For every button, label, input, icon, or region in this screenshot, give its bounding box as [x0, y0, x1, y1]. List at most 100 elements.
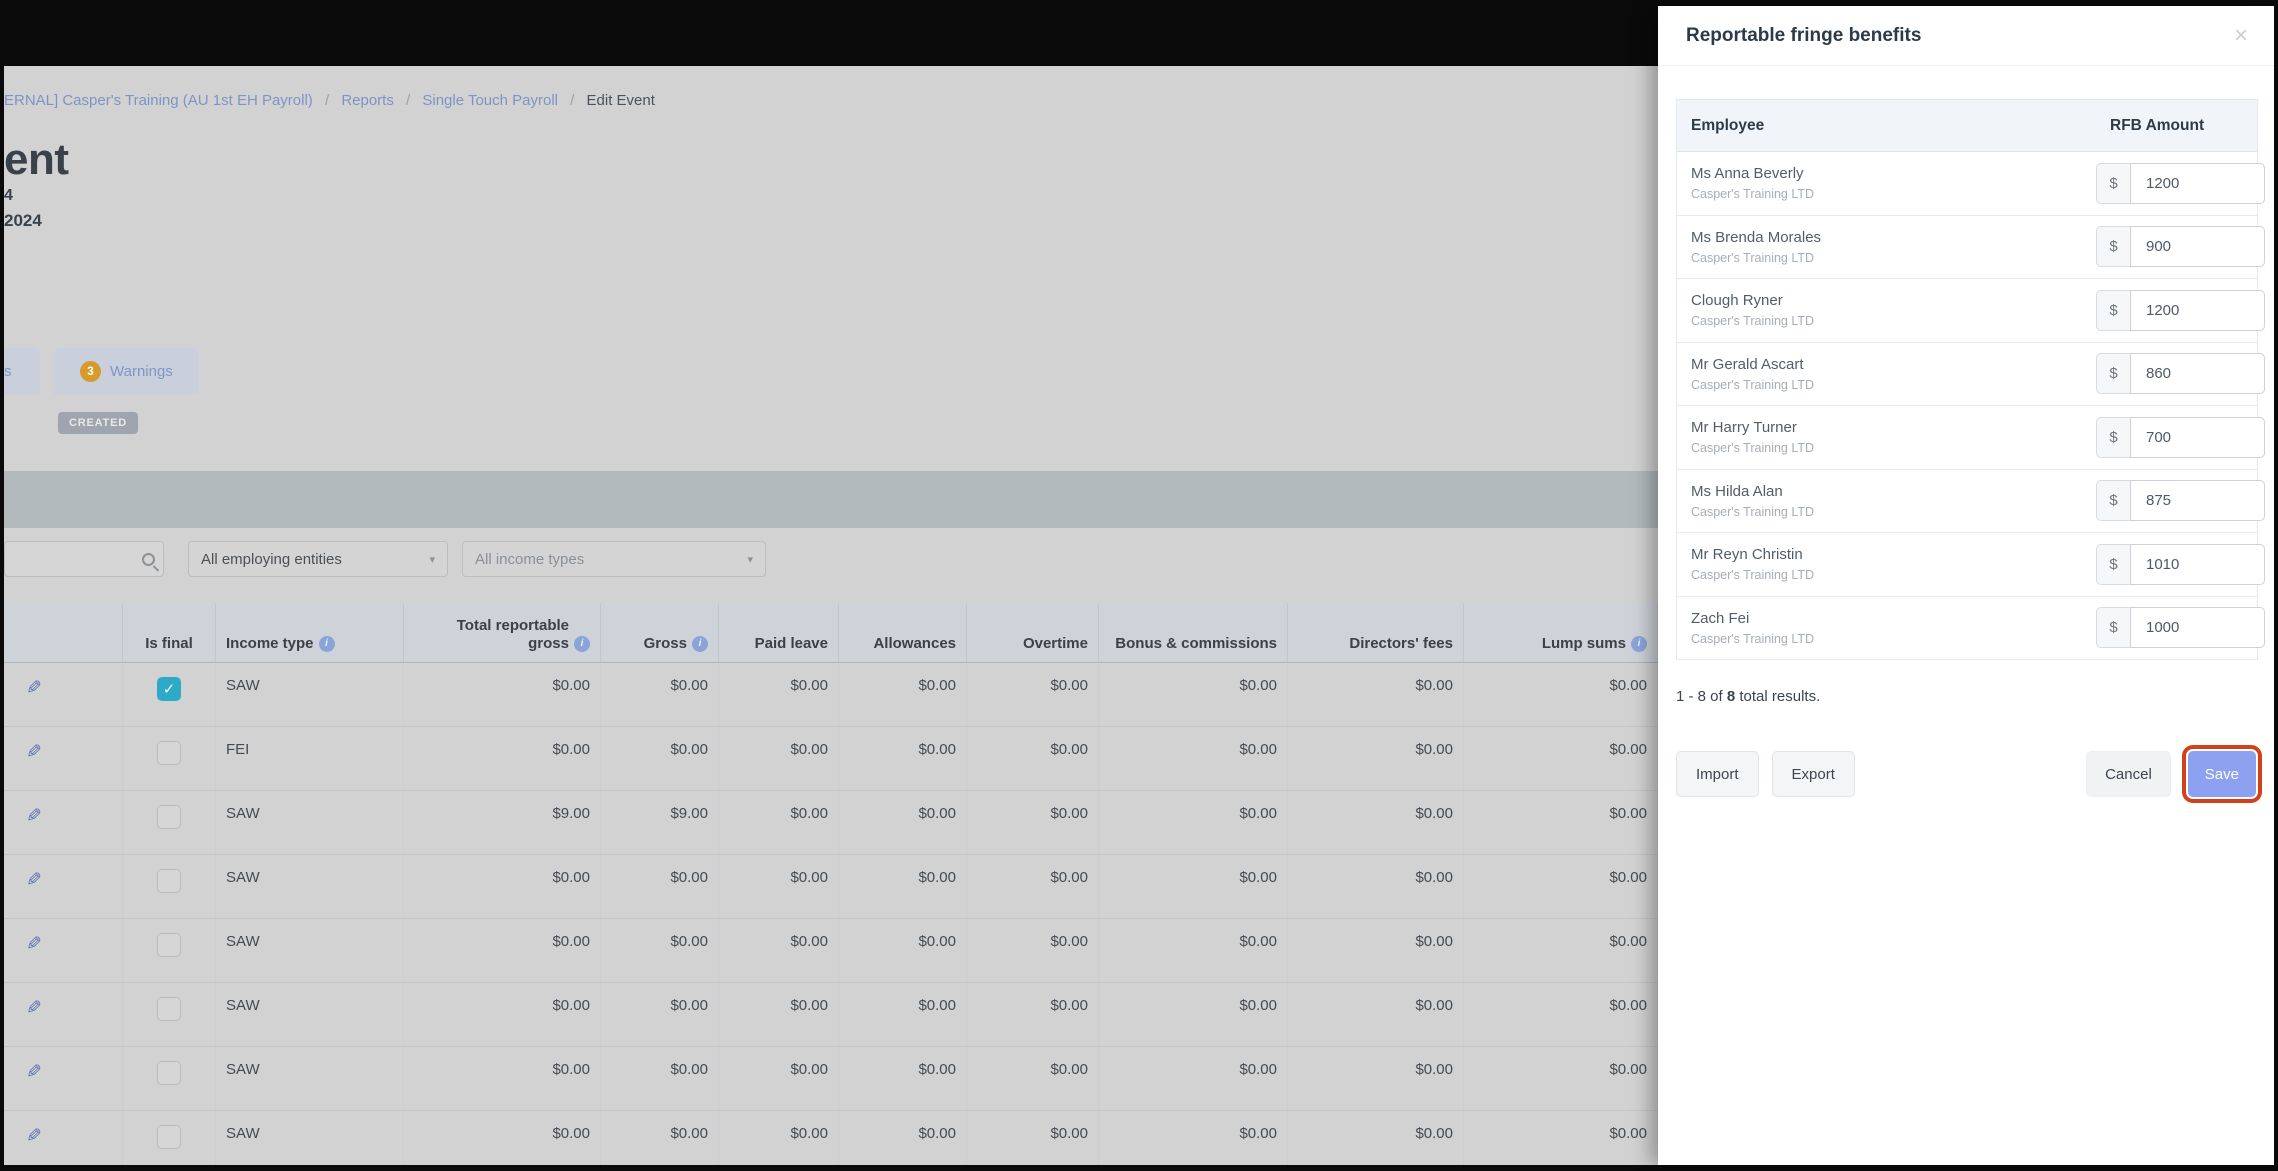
is-final-checkbox[interactable]	[157, 741, 181, 765]
edit-cell: ✎	[4, 983, 123, 1046]
info-icon[interactable]: i	[692, 636, 708, 652]
employee-company: Casper's Training LTD	[1691, 377, 1815, 392]
amount-cell: $0.00	[601, 919, 719, 982]
cancel-button[interactable]: Cancel	[2086, 751, 2171, 797]
rfb-amount-group: $	[2096, 226, 2265, 268]
edit-pencil-icon[interactable]: ✎	[26, 805, 42, 828]
amount-value: $0.00	[1050, 997, 1088, 1014]
employing-entities-dropdown[interactable]: All employing entities ▾	[188, 541, 448, 577]
filter-row: All employing entities ▾ All income type…	[4, 541, 766, 577]
employee-name: Mr Reyn Christin	[1691, 546, 1803, 564]
amount-cell: $0.00	[1288, 727, 1464, 790]
save-button[interactable]: Save	[2181, 745, 2263, 803]
amount-value: $0.00	[1415, 1061, 1453, 1078]
rfb-amount-input[interactable]	[2130, 226, 2265, 268]
panel-actions: Import Export Cancel Save	[1676, 745, 2263, 803]
employee-company: Casper's Training LTD	[1691, 250, 1815, 265]
search-input[interactable]	[4, 541, 164, 577]
rfb-amount-cell: $	[2096, 353, 2267, 395]
info-icon[interactable]: i	[574, 636, 590, 652]
amount-value: $0.00	[790, 869, 828, 886]
col-header-bonus-commissions: Bonus & commissions	[1099, 603, 1288, 662]
amount-cell: $0.00	[839, 663, 967, 726]
amount-cell: $0.00	[719, 919, 839, 982]
amount-value: $0.00	[918, 997, 956, 1014]
amount-value: $0.00	[1239, 997, 1277, 1014]
import-button[interactable]: Import	[1676, 751, 1759, 797]
col-header-directors-fees: Directors' fees	[1288, 603, 1464, 662]
rfb-amount-input[interactable]	[2130, 289, 2265, 331]
amount-cell: $0.00	[1288, 791, 1464, 854]
edit-pencil-icon[interactable]: ✎	[26, 869, 42, 892]
income-types-dropdown[interactable]: All income types ▾	[462, 541, 766, 577]
amount-cell: $0.00	[1099, 1047, 1288, 1110]
rfb-amount-input[interactable]	[2130, 543, 2265, 585]
amount-cell: $0.00	[601, 1047, 719, 1110]
amount-value: $0.00	[918, 933, 956, 950]
amount-value: $9.00	[670, 805, 708, 822]
edit-pencil-icon[interactable]: ✎	[26, 741, 42, 764]
rfb-amount-input[interactable]	[2130, 162, 2265, 204]
amount-value: $0.00	[552, 997, 590, 1014]
is-final-checkbox[interactable]	[157, 869, 181, 893]
employee-cell: Zach Fei Casper's Training LTD	[1677, 610, 2096, 646]
tab-partial[interactable]: s	[4, 348, 40, 394]
amount-value: $0.00	[1609, 869, 1647, 886]
is-final-checkbox[interactable]	[157, 933, 181, 957]
rfb-amount-input[interactable]	[2130, 416, 2265, 458]
rfb-amount-input[interactable]	[2130, 480, 2265, 522]
edit-pencil-icon[interactable]: ✎	[26, 933, 42, 956]
is-final-checkbox[interactable]	[157, 1125, 181, 1149]
breadcrumb-reports[interactable]: Reports	[341, 92, 394, 109]
amount-value: $0.00	[1609, 805, 1647, 822]
amount-cell: $0.00	[967, 919, 1099, 982]
amount-cell: $0.00	[719, 663, 839, 726]
rfb-amount-input[interactable]	[2130, 353, 2265, 395]
amount-value: $0.00	[670, 997, 708, 1014]
col-header-gross: Gross i	[601, 603, 719, 662]
stp-table-header: Is final Income type i Total reportable gro…	[4, 603, 1658, 663]
edit-pencil-icon[interactable]: ✎	[26, 1125, 42, 1148]
info-icon[interactable]: i	[318, 636, 335, 652]
rfb-employee-row: Mr Harry Turner Casper's Training LTD $	[1677, 406, 2265, 470]
is-final-checkbox[interactable]	[157, 805, 181, 829]
edit-pencil-icon[interactable]: ✎	[26, 1061, 42, 1084]
is-final-checkbox[interactable]: ✓	[157, 677, 181, 701]
amount-cell: $0.00	[1099, 983, 1288, 1046]
amount-value: $0.00	[1415, 741, 1453, 758]
tab-warnings-label: Warnings	[110, 362, 173, 380]
amount-value: $0.00	[1239, 741, 1277, 758]
amount-value: $0.00	[670, 933, 708, 950]
income-type-value: SAW	[226, 869, 260, 886]
is-final-checkbox[interactable]	[157, 997, 181, 1021]
breadcrumb-separator: /	[324, 92, 330, 109]
rfb-amount-input[interactable]	[2130, 607, 2265, 649]
amount-cell: $9.00	[601, 791, 719, 854]
close-icon[interactable]: ×	[2234, 23, 2248, 48]
amount-value: $0.00	[1415, 1125, 1453, 1142]
income-type-cell: SAW	[216, 1047, 404, 1110]
amount-value: $0.00	[918, 741, 956, 758]
is-final-checkbox[interactable]	[157, 1061, 181, 1085]
info-icon[interactable]: i	[1631, 636, 1647, 652]
breadcrumb-business[interactable]: ERNAL] Casper's Training (AU 1st EH Payr…	[4, 92, 313, 109]
amount-cell: $0.00	[1464, 1047, 1658, 1110]
results-summary: 1 - 8 of 8 total results.	[1676, 688, 2274, 705]
amount-value: $0.00	[670, 869, 708, 886]
amount-cell: $0.00	[967, 855, 1099, 918]
rfb-employee-row: Ms Anna Beverly Casper's Training LTD $	[1677, 152, 2265, 216]
amount-value: $0.00	[790, 1125, 828, 1142]
edit-pencil-icon[interactable]: ✎	[26, 677, 42, 700]
export-button[interactable]: Export	[1771, 751, 1855, 797]
col-header-label: Allowances	[873, 635, 956, 652]
status-badge: CREATED	[58, 412, 138, 434]
stp-row: ✎ SAW $0.00 $0.00 $0.00 $0.00 $0.00 $0.00 $0.00 $…	[4, 1047, 1658, 1111]
amount-cell: $0.00	[719, 1111, 839, 1165]
amount-value: $0.00	[670, 741, 708, 758]
tab-warnings[interactable]: 3 Warnings	[54, 348, 199, 394]
results-total: 8	[1726, 688, 1736, 705]
employee-cell: Mr Harry Turner Casper's Training LTD	[1677, 419, 2096, 455]
employee-cell: Clough Ryner Casper's Training LTD	[1677, 292, 2096, 328]
breadcrumb-single-touch-payroll[interactable]: Single Touch Payroll	[422, 92, 558, 109]
edit-pencil-icon[interactable]: ✎	[26, 997, 42, 1020]
